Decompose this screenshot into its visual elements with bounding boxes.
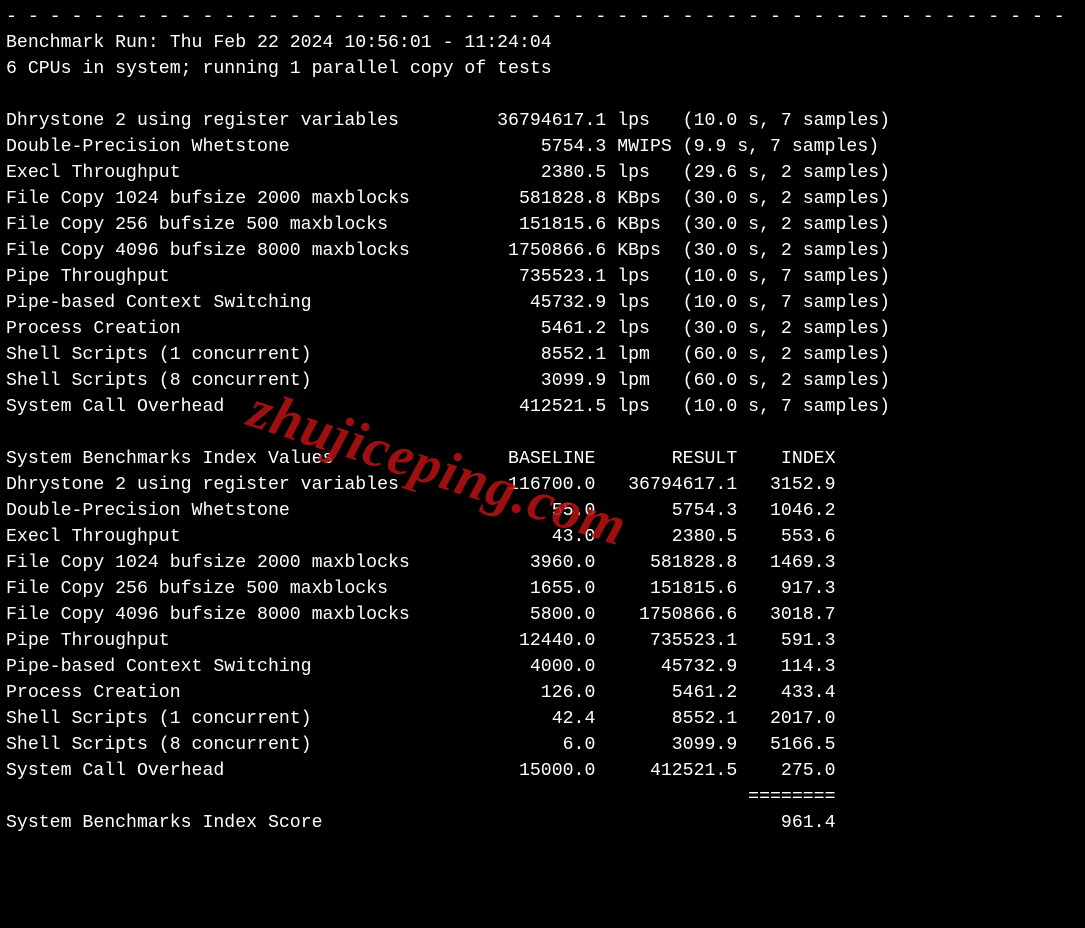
terminal-line: File Copy 1024 bufsize 2000 maxblocks 58… (6, 189, 890, 209)
terminal-line: 6 CPUs in system; running 1 parallel cop… (6, 59, 552, 79)
terminal-line: Dhrystone 2 using register variables 367… (6, 111, 890, 131)
terminal-line: System Call Overhead 15000.0 412521.5 27… (6, 761, 836, 781)
terminal-line: Pipe Throughput 735523.1 lps (10.0 s, 7 … (6, 267, 890, 287)
terminal-line: File Copy 1024 bufsize 2000 maxblocks 39… (6, 553, 836, 573)
terminal-line: File Copy 256 bufsize 500 maxblocks 1518… (6, 215, 890, 235)
terminal-line: Shell Scripts (1 concurrent) 42.4 8552.1… (6, 709, 836, 729)
terminal-line: File Copy 4096 bufsize 8000 maxblocks 17… (6, 241, 890, 261)
terminal-line: File Copy 4096 bufsize 8000 maxblocks 58… (6, 605, 836, 625)
terminal-line: Shell Scripts (1 concurrent) 8552.1 lpm … (6, 345, 890, 365)
terminal-line: - - - - - - - - - - - - - - - - - - - - … (6, 7, 1065, 27)
terminal-line: Shell Scripts (8 concurrent) 6.0 3099.9 … (6, 735, 836, 755)
terminal-line: Double-Precision Whetstone 55.0 5754.3 1… (6, 501, 836, 521)
terminal-line: Process Creation 5461.2 lps (30.0 s, 2 s… (6, 319, 890, 339)
terminal-line: Pipe-based Context Switching 4000.0 4573… (6, 657, 836, 677)
terminal-output: - - - - - - - - - - - - - - - - - - - - … (0, 0, 1085, 862)
terminal-line: File Copy 256 bufsize 500 maxblocks 1655… (6, 579, 836, 599)
terminal-line: Dhrystone 2 using register variables 116… (6, 475, 836, 495)
terminal-line: Pipe-based Context Switching 45732.9 lps… (6, 293, 890, 313)
terminal-line: Double-Precision Whetstone 5754.3 MWIPS … (6, 137, 879, 157)
terminal-line: ======== (6, 787, 836, 807)
terminal-line: Execl Throughput 43.0 2380.5 553.6 (6, 527, 836, 547)
terminal-line: System Call Overhead 412521.5 lps (10.0 … (6, 397, 890, 417)
terminal-line: Shell Scripts (8 concurrent) 3099.9 lpm … (6, 371, 890, 391)
terminal-line: System Benchmarks Index Values BASELINE … (6, 449, 836, 469)
terminal-line: Execl Throughput 2380.5 lps (29.6 s, 2 s… (6, 163, 890, 183)
terminal-line: Pipe Throughput 12440.0 735523.1 591.3 (6, 631, 836, 651)
terminal-line: Benchmark Run: Thu Feb 22 2024 10:56:01 … (6, 33, 552, 53)
terminal-line: Process Creation 126.0 5461.2 433.4 (6, 683, 836, 703)
terminal-line: System Benchmarks Index Score 961.4 (6, 813, 836, 833)
